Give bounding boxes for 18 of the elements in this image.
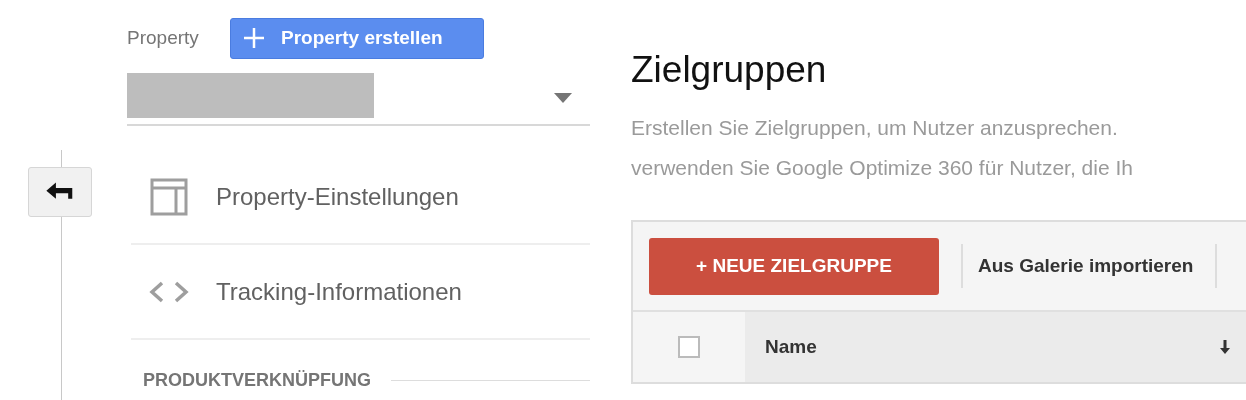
property-label: Property: [127, 27, 200, 49]
code-icon: [148, 279, 190, 304]
column-header[interactable]: Name: [745, 312, 1246, 382]
description-text: verwenden Sie Google Optimize 360 für Nutzer, die Ih: [631, 155, 1134, 181]
property-dropdown[interactable]: [127, 72, 590, 126]
section-heading: PRODUKTVERKNÜPFUNG: [143, 370, 371, 391]
dropdown-caret-icon: [554, 93, 572, 103]
layout-icon: [148, 177, 190, 216]
page-title: Zielgruppen: [631, 48, 828, 92]
nav-item[interactable]: Property-Einstellungen: [131, 150, 590, 245]
create-property-button[interactable]: Property erstellen: [230, 17, 484, 59]
description-text: Erstellen Sie Zielgruppen, um Nutzer anzusprechen.: [631, 115, 1119, 141]
plus-icon: [243, 27, 265, 49]
nav-item[interactable]: Tracking-Informationen: [131, 245, 590, 340]
new-audience-button[interactable]: + NEUE ZIELGRUPPE: [649, 237, 939, 295]
select-all-checkbox[interactable]: [678, 336, 700, 358]
back-button[interactable]: [28, 167, 92, 217]
import-from-gallery-link[interactable]: Aus Galerie importieren: [978, 255, 1194, 277]
